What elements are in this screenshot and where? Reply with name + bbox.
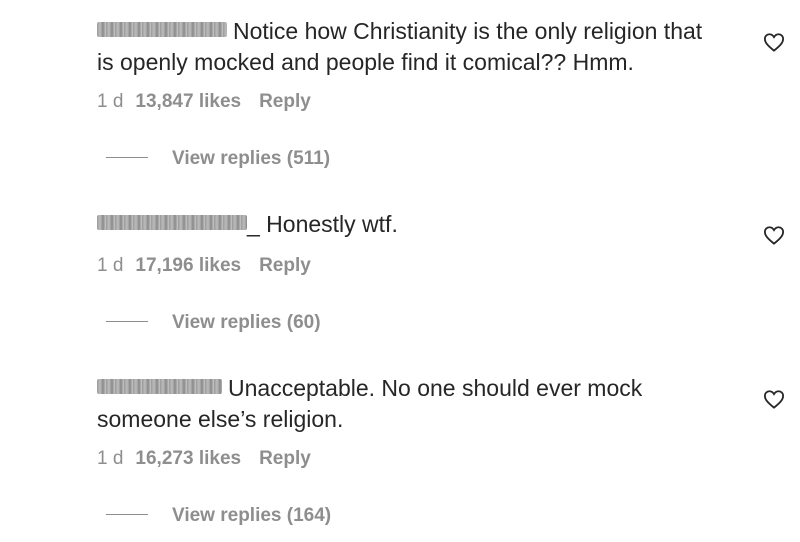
username-redacted[interactable] — [97, 379, 222, 394]
likes-count[interactable]: 13,847 likes — [135, 91, 241, 112]
likes-count[interactable]: 16,273 likes — [135, 448, 241, 469]
comment-text-line1: _ Honestly wtf. — [247, 211, 398, 237]
comment-time: 1 d — [97, 91, 124, 112]
comment-text: Notice how Christianity is the only reli… — [97, 16, 747, 78]
comment-meta: 1 d 16,273 likes Reply — [97, 448, 311, 470]
view-replies-label: View replies (60) — [172, 312, 321, 333]
comment-time: 1 d — [97, 255, 124, 276]
view-replies-label: View replies (511) — [172, 148, 331, 169]
comment-text: _ Honestly wtf. — [97, 209, 747, 240]
comment-text-line2: is openly mocked and people find it comi… — [97, 49, 634, 75]
heart-icon[interactable] — [763, 225, 785, 245]
likes-count[interactable]: 17,196 likes — [135, 255, 241, 276]
comment-meta: 1 d 17,196 likes Reply — [97, 255, 311, 277]
replies-divider-line — [106, 157, 148, 158]
view-replies-button[interactable]: View replies (511) — [106, 148, 330, 170]
comment-text-line1: Notice how Christianity is the only reli… — [233, 18, 703, 44]
reply-button[interactable]: Reply — [259, 448, 311, 469]
comment-text-line2: someone else’s religion. — [97, 406, 344, 432]
view-replies-label: View replies (164) — [172, 505, 332, 526]
replies-divider-line — [106, 321, 148, 322]
comment-meta: 1 d 13,847 likes Reply — [97, 91, 311, 113]
view-replies-button[interactable]: View replies (60) — [106, 312, 321, 334]
username-redacted[interactable] — [97, 22, 227, 37]
comment-text: Unacceptable. No one should ever mock so… — [97, 373, 747, 435]
reply-button[interactable]: Reply — [259, 91, 311, 112]
replies-divider-line — [106, 514, 148, 515]
view-replies-button[interactable]: View replies (164) — [106, 505, 331, 527]
reply-button[interactable]: Reply — [259, 255, 311, 276]
comment-text-line1: Unacceptable. No one should ever mock — [228, 375, 643, 401]
comment-time: 1 d — [97, 448, 124, 469]
username-redacted[interactable] — [97, 215, 247, 230]
heart-icon[interactable] — [763, 389, 785, 409]
heart-icon[interactable] — [763, 32, 785, 52]
